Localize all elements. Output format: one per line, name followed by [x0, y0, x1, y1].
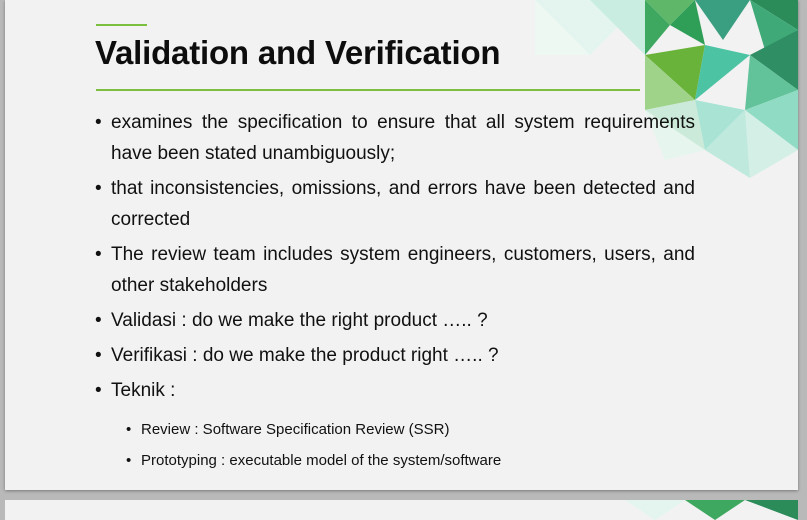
sub-bullet-text: Prototyping : executable model of the sy… [141, 452, 502, 469]
slide-title: Validation and Verification [95, 34, 501, 71]
bullet-icon: • [95, 345, 102, 366]
title-accent-line [96, 24, 147, 26]
sub-bullet-list: • Review : Software Specification Review… [111, 414, 695, 476]
bullet-text: Teknik : [111, 380, 176, 401]
next-slide-decoration [625, 500, 798, 520]
bullet-item: • Validasi : do we make the right produc… [95, 305, 695, 336]
next-slide-edge [5, 500, 798, 520]
sub-bullet-item: • Review : Software Specification Review… [126, 414, 695, 445]
sub-bullet-icon: • [126, 421, 132, 438]
bullet-icon: • [95, 112, 102, 133]
sub-bullet-text: Review : Software Specification Review (… [141, 421, 450, 438]
bullet-item: • Teknik : • Review : Software Specifica… [95, 375, 695, 476]
slide: Validation and Verification • examines t… [5, 0, 798, 490]
bullet-text: that inconsistencies, omissions, and err… [111, 178, 695, 230]
bullet-item: • that inconsistencies, omissions, and e… [95, 173, 695, 235]
sub-bullet-icon: • [126, 452, 132, 469]
bullet-item: • The review team includes system engine… [95, 239, 695, 301]
bullet-text: The review team includes system engineer… [111, 244, 695, 296]
bullet-item: • examines the specification to ensure t… [95, 107, 695, 169]
bullet-list: • examines the specification to ensure t… [95, 107, 695, 480]
bullet-icon: • [95, 380, 102, 401]
bullet-text: Verifikasi : do we make the product righ… [111, 345, 499, 366]
title-underline [96, 89, 640, 91]
bullet-text: Validasi : do we make the right product … [111, 310, 488, 331]
bullet-text: examines the specification to ensure tha… [111, 112, 695, 164]
bullet-icon: • [95, 178, 102, 199]
bullet-icon: • [95, 310, 102, 331]
sub-bullet-item: • Prototyping : executable model of the … [126, 445, 695, 476]
bullet-icon: • [95, 244, 102, 265]
bullet-item: • Verifikasi : do we make the product ri… [95, 340, 695, 371]
